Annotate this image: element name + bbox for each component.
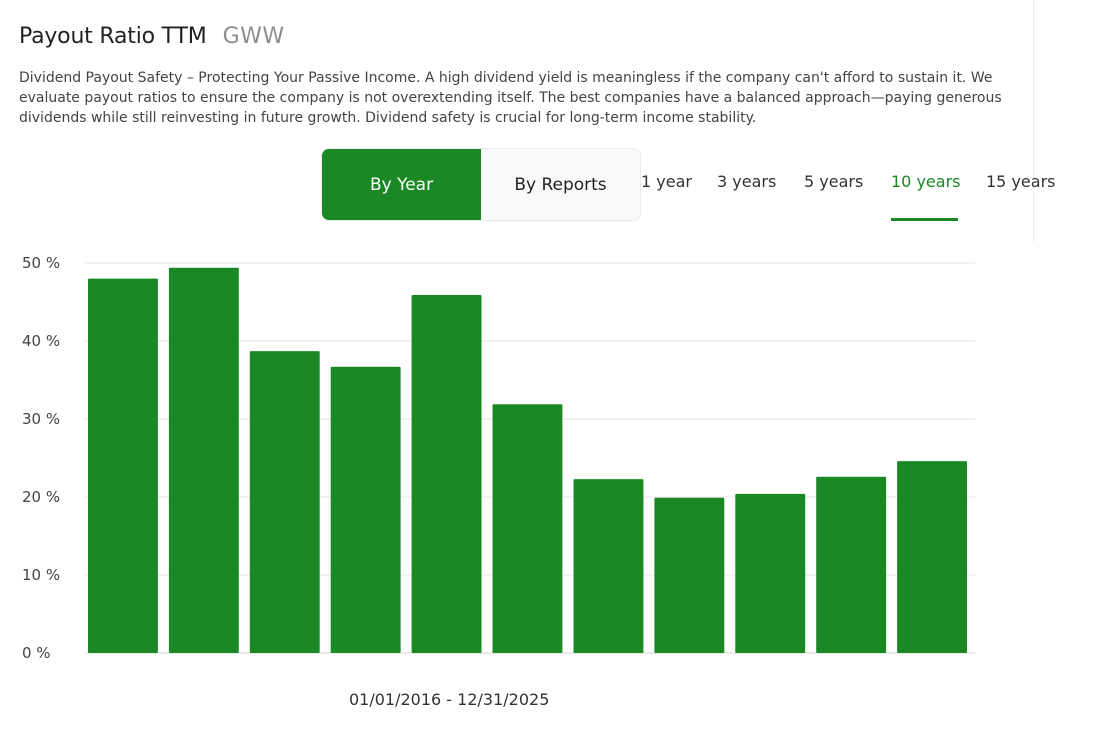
range-tab-15-years[interactable]: 15 years — [986, 172, 1055, 191]
bar[interactable] — [897, 461, 967, 653]
panel-divider — [1033, 0, 1034, 242]
header: Payout Ratio TTM GWW — [19, 24, 285, 49]
y-tick-label: 20 % — [22, 488, 60, 506]
range-tab-1-year[interactable]: 1 year — [641, 172, 692, 191]
bar[interactable] — [735, 493, 806, 653]
ticker-symbol: GWW — [222, 24, 285, 49]
y-tick-label: 50 % — [22, 254, 60, 272]
description-text: Dividend Payout Safety – Protecting Your… — [19, 70, 1002, 126]
period-label: 01/01/2016 - 12/31/2025 — [349, 690, 550, 709]
bar[interactable] — [654, 497, 725, 653]
bar[interactable] — [573, 479, 644, 653]
y-tick-label: 40 % — [22, 332, 60, 350]
page-title: Payout Ratio TTM — [19, 24, 207, 49]
range-tab-active-indicator — [891, 218, 958, 221]
bar[interactable] — [816, 476, 887, 653]
bar[interactable] — [88, 278, 158, 653]
range-tab-10-years[interactable]: 10 years — [891, 172, 960, 191]
payout-ratio-bar-chart: 0 % 10 % 20 % 30 % 40 % 50 % — [22, 254, 975, 662]
bar[interactable] — [411, 295, 482, 653]
y-tick-label: 10 % — [22, 566, 60, 584]
bar[interactable] — [492, 404, 563, 653]
bar[interactable] — [249, 351, 320, 653]
y-tick-label: 30 % — [22, 410, 60, 428]
view-toggle: By Year By Reports — [321, 148, 641, 221]
bar[interactable] — [330, 366, 401, 653]
y-tick-label: 0 % — [22, 644, 51, 662]
by-year-button[interactable]: By Year — [322, 149, 481, 220]
range-tab-3-years[interactable]: 3 years — [717, 172, 776, 191]
bar[interactable] — [168, 267, 239, 653]
by-reports-button[interactable]: By Reports — [481, 149, 640, 220]
range-tab-5-years[interactable]: 5 years — [804, 172, 863, 191]
